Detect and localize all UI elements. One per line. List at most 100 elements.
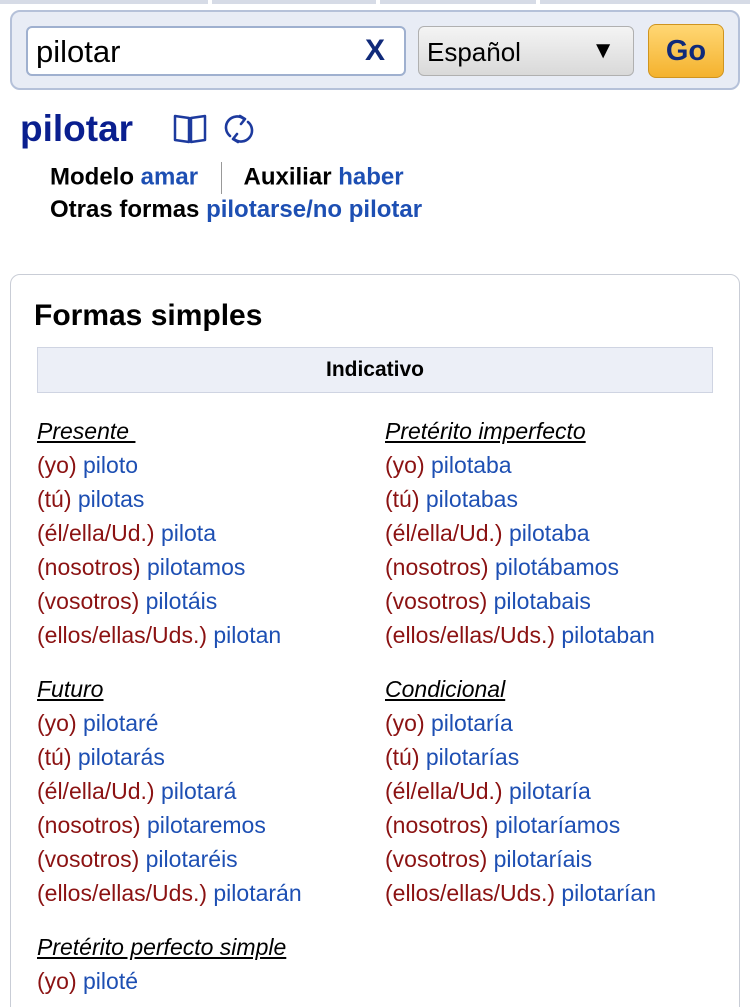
search-box: X: [26, 26, 406, 76]
pronoun: (vosotros): [385, 588, 488, 614]
verb-form[interactable]: pilotaría: [509, 778, 591, 804]
pronoun: (ellos/ellas/Uds.): [37, 622, 207, 648]
verb-form[interactable]: pilotaba: [431, 452, 512, 478]
verb-form[interactable]: pilotaría: [431, 710, 513, 736]
verb-form[interactable]: pilotábamos: [495, 554, 619, 580]
tense-name: Presente: [37, 418, 136, 444]
tense-name: Futuro: [37, 676, 104, 702]
section-title: Formas simples: [34, 299, 263, 332]
conjugation-row: (yo) piloto: [37, 448, 367, 482]
conjugation-row: (yo) pilotaría: [385, 706, 715, 740]
conjugation-row: (yo) pilotaba: [385, 448, 715, 482]
verb-form[interactable]: pilota: [161, 520, 216, 546]
pronoun: (él/ella/Ud.): [37, 778, 155, 804]
meta-divider: [220, 162, 222, 194]
pronoun: (yo): [37, 452, 77, 478]
modelo-link[interactable]: amar: [141, 163, 198, 190]
tense-name: Pretérito perfecto simple: [37, 934, 287, 960]
pronoun: (ellos/ellas/Uds.): [37, 880, 207, 906]
conjugation-row: (yo) piloté: [37, 964, 367, 998]
verb-form[interactable]: pilotaríais: [494, 846, 592, 872]
verb-form[interactable]: pilotarás: [78, 744, 165, 770]
verb-form[interactable]: pilotaré: [83, 710, 158, 736]
verb-form[interactable]: pilotan: [213, 622, 281, 648]
verb-form[interactable]: pilotaba: [509, 520, 590, 546]
verb-form[interactable]: pilotarán: [213, 880, 301, 906]
conjugation-row: (tú) pilotas: [37, 482, 367, 516]
conjugation-row: (tú) pilotarías: [385, 740, 715, 774]
conjugation-row: (ellos/ellas/Uds.) pilotaban: [385, 618, 715, 652]
verb-form[interactable]: pilotarías: [426, 744, 519, 770]
conjugation-row: (nosotros) pilotaremos: [37, 808, 367, 842]
pronoun: (él/ella/Ud.): [385, 778, 503, 804]
verb-form[interactable]: pilotamos: [147, 554, 245, 580]
tense-condicional: Condicional (yo) pilotaría (tú) pilotarí…: [385, 672, 715, 910]
book-icon[interactable]: [172, 111, 208, 145]
conjugation-row: (nosotros) pilotamos: [37, 550, 367, 584]
conjugation-row: (él/ella/Ud.) pilotaría: [385, 774, 715, 808]
pronoun: (ellos/ellas/Uds.): [385, 880, 555, 906]
conjugation-row: (nosotros) pilotábamos: [385, 550, 715, 584]
conjugation-row: (vosotros) pilotaríais: [385, 842, 715, 876]
modelo-label: Modelo: [50, 163, 134, 191]
top-divider: [0, 0, 750, 6]
verb-title: pilotar: [20, 108, 134, 149]
pronoun: (tú): [385, 486, 420, 512]
verb-form[interactable]: pilotabas: [426, 486, 518, 512]
pronoun: (tú): [37, 486, 72, 512]
otras-formas-label: Otras formas: [50, 196, 200, 223]
go-button[interactable]: Go: [648, 24, 724, 78]
verb-form[interactable]: piloté: [83, 968, 138, 994]
verb-form[interactable]: pilotarían: [561, 880, 656, 906]
pronoun: (nosotros): [385, 812, 489, 838]
verb-form[interactable]: pilotaban: [561, 622, 654, 648]
verb-form[interactable]: pilotabais: [494, 588, 591, 614]
language-select[interactable]: Español ▼: [418, 26, 634, 76]
pronoun: (yo): [385, 710, 425, 736]
mood-header: Indicativo: [37, 347, 713, 393]
conjugation-card: Formas simples Indicativo Presente (yo) …: [10, 274, 740, 1007]
conjugation-row: (ellos/ellas/Uds.) pilotan: [37, 618, 367, 652]
pronoun: (nosotros): [37, 554, 141, 580]
pronoun: (él/ella/Ud.): [37, 520, 155, 546]
conjugation-row: (vosotros) pilotaréis: [37, 842, 367, 876]
pronoun: (ellos/ellas/Uds.): [385, 622, 555, 648]
pronoun: (tú): [385, 744, 420, 770]
verb-form[interactable]: pilotáis: [146, 588, 218, 614]
pronoun: (él/ella/Ud.): [385, 520, 503, 546]
conjugation-row: (tú) pilotabas: [385, 482, 715, 516]
otras-formas-link[interactable]: pilotarse/no pilotar: [206, 196, 422, 223]
language-selected-label: Español: [427, 37, 521, 67]
conjugation-row: (él/ella/Ud.) pilotaba: [385, 516, 715, 550]
conjugation-row: (vosotros) pilotabais: [385, 584, 715, 618]
tense-preterito-perfecto-simple: Pretérito perfecto simple (yo) piloté: [37, 930, 367, 998]
conjugation-row: (vosotros) pilotáis: [37, 584, 367, 618]
tense-futuro: Futuro (yo) pilotaré (tú) pilotarás (él/…: [37, 672, 367, 910]
clear-icon[interactable]: X: [360, 33, 390, 69]
pronoun: (yo): [37, 710, 77, 736]
tense-name: Pretérito imperfecto: [385, 418, 586, 444]
verb-form[interactable]: pilotaríamos: [495, 812, 620, 838]
pronoun: (yo): [37, 968, 77, 994]
pronoun: (yo): [385, 452, 425, 478]
conjugation-row: (yo) pilotaré: [37, 706, 367, 740]
conjugation-row: (él/ella/Ud.) pilota: [37, 516, 367, 550]
conjugation-row: (ellos/ellas/Uds.) pilotarán: [37, 876, 367, 910]
verb-form[interactable]: pilotas: [78, 486, 144, 512]
tense-preterito-imperfecto: Pretérito imperfecto (yo) pilotaba (tú) …: [385, 414, 715, 652]
auxiliar-label: Auxiliar: [243, 163, 332, 191]
conjugation-row: (nosotros) pilotaríamos: [385, 808, 715, 842]
search-bar: X Español ▼ Go: [10, 10, 740, 90]
search-input[interactable]: [36, 36, 346, 68]
auxiliar-link[interactable]: haber: [338, 163, 403, 190]
verb-form[interactable]: pilotaremos: [147, 812, 266, 838]
pronoun: (vosotros): [385, 846, 488, 872]
conjugation-row: (él/ella/Ud.) pilotará: [37, 774, 367, 808]
verb-form[interactable]: piloto: [83, 452, 138, 478]
tense-presente: Presente (yo) piloto (tú) pilotas (él/el…: [37, 414, 367, 652]
refresh-icon[interactable]: [222, 112, 256, 146]
verb-form[interactable]: pilotaréis: [146, 846, 238, 872]
conjugation-row: (tú) pilotarás: [37, 740, 367, 774]
pronoun: (nosotros): [385, 554, 489, 580]
verb-form[interactable]: pilotará: [161, 778, 236, 804]
